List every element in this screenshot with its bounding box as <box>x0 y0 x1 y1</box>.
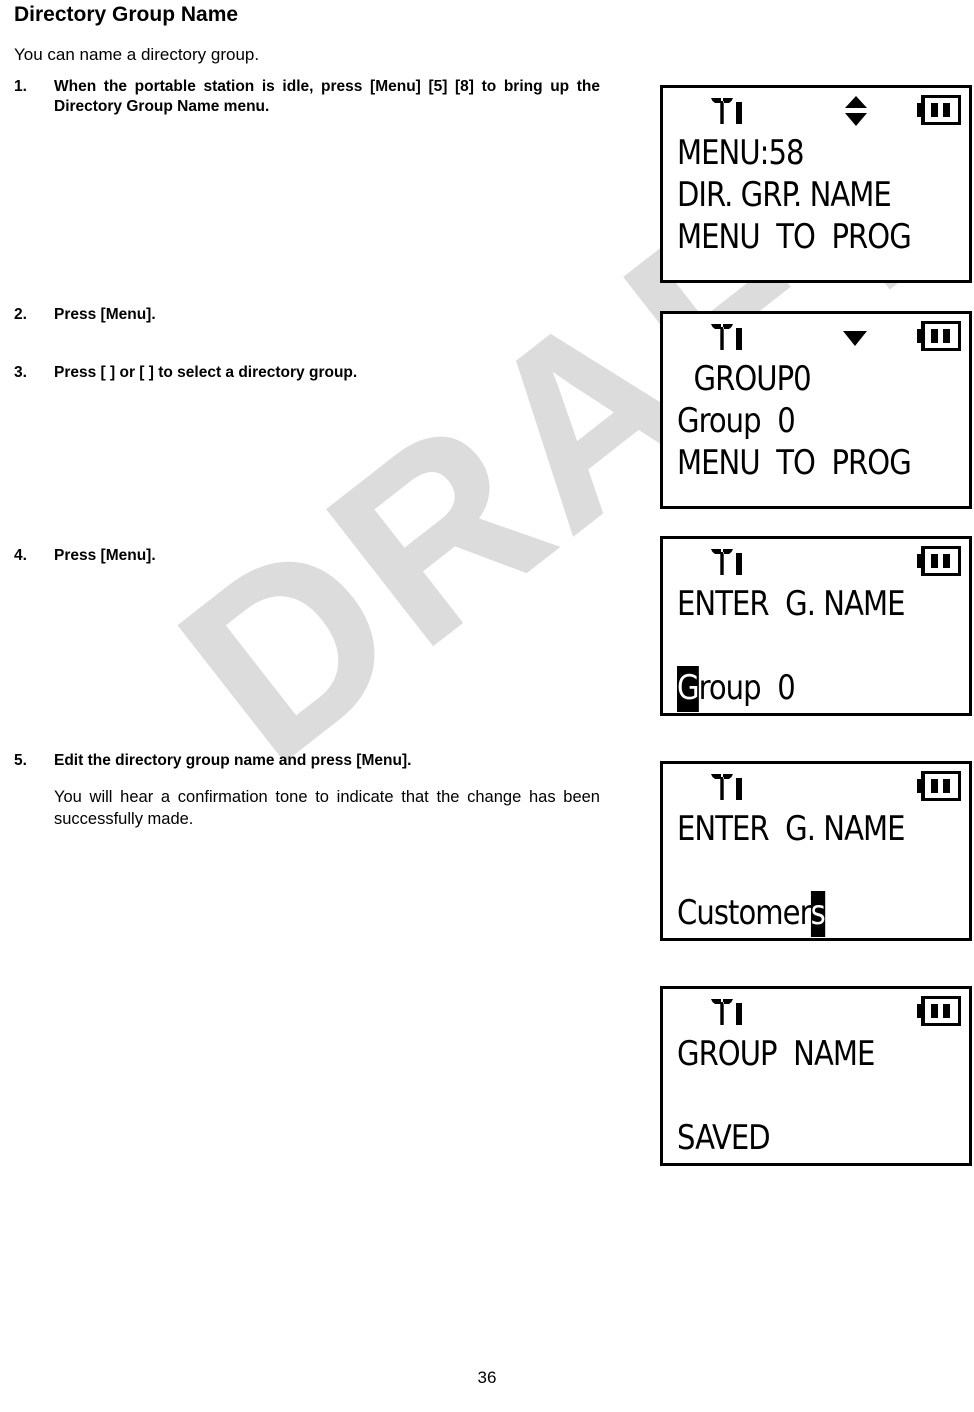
lcd-text-area: GROUP NAME SAVED <box>663 1033 969 1159</box>
lcd-line-3-with-cursor: Customers <box>677 891 954 937</box>
battery-icon <box>917 995 962 1031</box>
step-5: 5. Edit the directory group name and pre… <box>14 751 600 771</box>
lcd-line-2: Group 0 <box>677 401 796 441</box>
lcd-screen-group-select: GROUP0 Group 0 MENU TO PROG <box>660 311 972 509</box>
lcd-status-bar <box>663 88 969 132</box>
lcd-screen-enter-name-default: ENTER G. NAME Group 0 <box>660 536 972 716</box>
step-1-text: When the portable station is idle, press… <box>54 78 600 115</box>
intro-paragraph: You can name a directory group. <box>14 45 260 64</box>
lcd-line-1: MENU:58 <box>677 133 805 173</box>
lcd-text-area: ENTER G. NAME Customers <box>663 808 969 937</box>
step-5-number: 5. <box>14 752 27 769</box>
down-arrow-icon <box>841 328 869 353</box>
step-4-number: 4. <box>14 547 27 564</box>
lcd-line-3: MENU TO PROG <box>677 217 912 257</box>
lcd-screen-enter-name-customers: ENTER G. NAME Customers <box>660 761 972 941</box>
text-cursor: G <box>677 666 700 712</box>
lcd-screen-group-name-saved: GROUP NAME SAVED <box>660 986 972 1166</box>
lcd-line-2 <box>677 1075 954 1117</box>
step-1: 1. When the portable station is idle, pr… <box>14 77 600 117</box>
step-5-note: You will hear a confirmation tone to ind… <box>54 788 600 828</box>
step-5-text: Edit the directory group name and press … <box>54 752 412 769</box>
battery-icon <box>917 545 962 581</box>
step-3-number: 3. <box>14 364 27 381</box>
text-cursor: s <box>810 891 826 937</box>
step-3: 3. Press [ ] or [ ] to select a director… <box>14 363 600 383</box>
up-down-arrows-icon <box>843 94 869 133</box>
lcd-status-bar <box>663 989 969 1033</box>
lcd-line-2: DIR. GRP. NAME <box>677 175 892 215</box>
lcd-screen-menu-58: MENU:58 DIR. GRP. NAME MENU TO PROG <box>660 85 972 283</box>
antenna-icon <box>709 547 745 582</box>
step-2-number: 2. <box>14 306 27 323</box>
lcd-line-1: GROUP NAME <box>677 1034 875 1074</box>
step-4: 4. Press [Menu]. <box>14 546 600 566</box>
lcd-text-area: MENU:58 DIR. GRP. NAME MENU TO PROG <box>663 132 969 258</box>
step-3-text: Press [ ] or [ ] to select a directory g… <box>54 364 358 381</box>
antenna-icon <box>709 96 745 131</box>
step-1-number: 1. <box>14 78 27 95</box>
lcd-line-3: SAVED <box>677 1118 771 1158</box>
battery-icon <box>917 770 962 806</box>
lcd-line-1: ENTER G. NAME <box>677 584 906 624</box>
lcd-line-2 <box>677 625 954 667</box>
lcd-line-1: ENTER G. NAME <box>677 809 906 849</box>
lcd-status-bar <box>663 764 969 808</box>
lcd-status-bar <box>663 539 969 583</box>
manual-page: Directory Group Name You can name a dire… <box>0 0 974 1412</box>
step-2: 2. Press [Menu]. <box>14 305 600 325</box>
antenna-icon <box>709 322 745 357</box>
page-title: Directory Group Name <box>14 3 239 26</box>
lcd-text-area: ENTER G. NAME Group 0 <box>663 583 969 712</box>
battery-icon <box>917 320 962 356</box>
lcd-line-1: GROUP0 <box>677 359 812 399</box>
antenna-icon <box>709 997 745 1032</box>
page-number: 36 <box>477 1368 497 1387</box>
antenna-icon <box>709 772 745 807</box>
lcd-line-3-with-cursor: Group 0 <box>677 666 954 712</box>
lcd-line-3: MENU TO PROG <box>677 443 912 483</box>
lcd-status-bar <box>663 314 969 358</box>
step-4-text: Press [Menu]. <box>54 547 156 564</box>
lcd-line-2 <box>677 850 954 892</box>
instructions-column: Directory Group Name You can name a dire… <box>14 0 614 66</box>
lcd-text-area: GROUP0 Group 0 MENU TO PROG <box>663 358 969 484</box>
battery-icon <box>917 94 962 130</box>
lcd-line-3-prefix: Customer <box>677 893 812 933</box>
lcd-line-3-rest: roup 0 <box>698 668 796 708</box>
step-2-text: Press [Menu]. <box>54 306 156 323</box>
